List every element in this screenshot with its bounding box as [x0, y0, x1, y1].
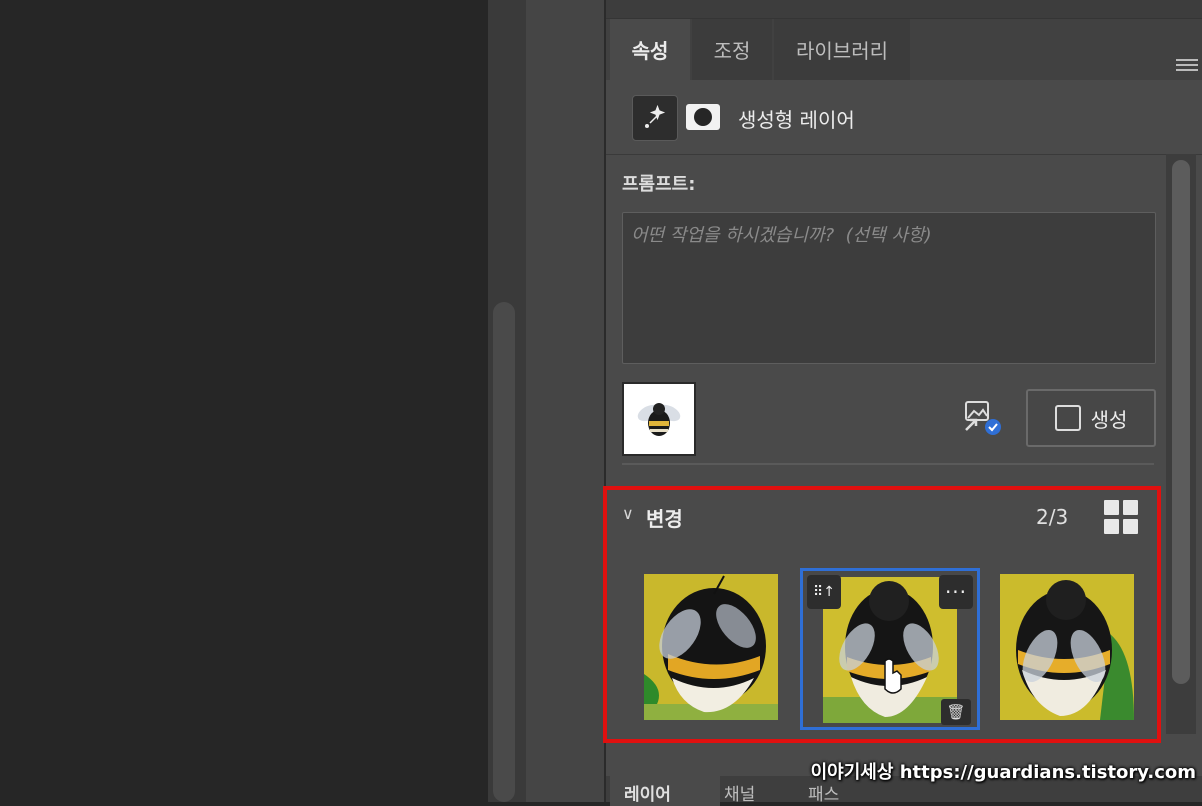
generate-icon	[1054, 405, 1081, 431]
tab-properties[interactable]: 속성	[610, 19, 690, 80]
tab-libraries[interactable]: 라이브러리	[774, 19, 910, 80]
bee-variation-3-image	[1000, 574, 1134, 720]
variations-label[interactable]: 변경	[646, 503, 683, 532]
section-divider	[622, 463, 1154, 465]
variation-thumbnail-2-selected[interactable]: ⠿↑ ··· 🗑	[800, 568, 980, 730]
workspace-gap	[526, 0, 606, 802]
variation-thumbnail-1[interactable]	[644, 574, 778, 720]
bee-variation-1-image	[644, 574, 778, 720]
mask-icon[interactable]	[686, 104, 720, 130]
bee-reference-icon	[637, 403, 681, 436]
prompt-box	[622, 212, 1156, 364]
panel-tabs: 속성 조정 라이브러리	[606, 19, 1202, 80]
trash-icon[interactable]: 🗑	[941, 699, 971, 725]
layer-title: 생성형 레이어	[738, 108, 855, 132]
watermark-text: 이야기세상 https://guardians.tistory.com	[810, 762, 1196, 783]
panel-scrollbar-thumb[interactable]	[1172, 160, 1190, 684]
variation-counter: 2/3	[1036, 505, 1069, 529]
variation-thumbnail-3[interactable]	[1000, 574, 1134, 720]
panel-top-bar	[606, 0, 1202, 19]
tab-adjustments[interactable]: 조정	[692, 19, 772, 80]
reference-image-thumbnail[interactable]	[622, 382, 696, 456]
panel-menu-icon[interactable]	[1176, 59, 1198, 75]
more-options-icon[interactable]: ···	[939, 575, 973, 609]
canvas-scrollbar-thumb[interactable]	[493, 302, 515, 802]
document-canvas[interactable]	[0, 0, 488, 802]
generative-sparkle-icon[interactable]	[632, 95, 678, 141]
generate-button[interactable]: 생성	[1026, 389, 1156, 447]
grid-view-icon[interactable]	[1104, 500, 1138, 534]
chevron-down-icon[interactable]: ∨	[622, 504, 634, 523]
variations-section: ∨ 변경 2/3 ⠿↑ ··· 🗑	[606, 486, 1166, 746]
properties-panel: 속성 조정 라이브러리 생성형 레이어 프롬프트: 어떤 작업을 하시겠습니까?…	[606, 0, 1202, 802]
upscale-badge-icon[interactable]: ⠿↑	[807, 575, 841, 609]
generative-layer-row: 생성형 레이어	[606, 82, 1202, 155]
bee-variation-2-image	[823, 577, 957, 723]
prompt-input[interactable]	[629, 219, 1153, 359]
generate-button-label: 생성	[1090, 407, 1128, 432]
reference-image-toggle-icon[interactable]	[962, 400, 1002, 436]
prompt-label: 프롬프트:	[622, 174, 696, 195]
